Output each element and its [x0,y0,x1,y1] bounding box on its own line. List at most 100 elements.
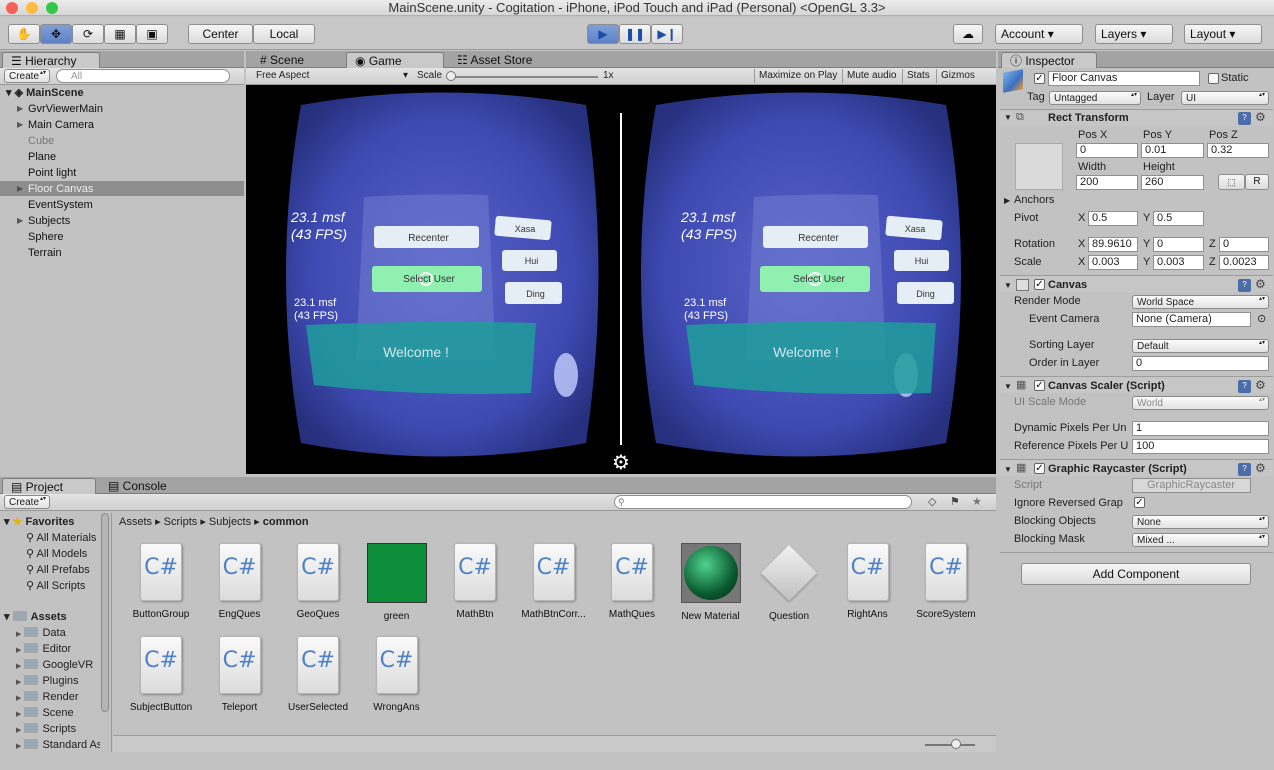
expand-arrow-icon[interactable]: ▶ [17,120,23,129]
favorite-item[interactable]: ⚲ All Materials [26,531,100,545]
pos-x-field[interactable]: 0 [1076,143,1138,158]
object-picker-icon[interactable]: ⊙ [1257,312,1266,326]
add-component-button[interactable]: Add Component [1021,563,1251,585]
scale-tool-button[interactable]: ▦ [104,24,136,44]
asset-item[interactable]: C# UserSelected [278,636,358,714]
blocking-objects-dropdown[interactable]: None [1132,515,1269,529]
filter-by-type-icon[interactable]: ◇ [928,495,936,509]
project-search-input[interactable]: ⚲ [614,495,912,509]
aspect-dropdown[interactable]: Free Aspect ▾ [256,69,408,83]
breadcrumb-scripts[interactable]: Scripts [164,516,198,528]
breadcrumb-common[interactable]: common [263,516,309,528]
filter-by-label-icon[interactable]: ⚑ [950,495,960,509]
anchor-presets-button[interactable] [1015,143,1063,190]
folder-item[interactable]: ▶ Scripts [16,722,100,738]
asset-item[interactable]: C# MathQues [592,543,672,621]
expand-arrow-icon[interactable]: ▶ [17,104,23,113]
hierarchy-create-dropdown[interactable]: Create [4,69,50,83]
scaler-enabled-checkbox[interactable]: ✓ [1034,380,1045,391]
pause-button[interactable]: ❚❚ [619,24,651,44]
cloud-button[interactable]: ☁ [953,24,983,44]
close-window-button[interactable] [6,2,18,14]
rotate-tool-button[interactable]: ⟳ [72,24,104,44]
pivot-center-toggle[interactable]: Center [188,24,253,44]
canvas-enabled-checkbox[interactable]: ✓ [1034,279,1045,290]
reference-pixels-field[interactable]: 100 [1132,439,1269,454]
icon-size-slider-thumb[interactable] [951,739,961,749]
breadcrumb-subjects[interactable]: Subjects [209,516,251,528]
stats-toggle[interactable]: Stats [902,69,934,83]
hierarchy-item[interactable]: Floor Canvas [28,182,93,196]
maximize-on-play-toggle[interactable]: Maximize on Play [754,69,841,83]
tab-console[interactable]: ▤ Console [100,478,175,494]
asset-item[interactable]: C# GeoQues [278,543,358,621]
sorting-layer-dropdown[interactable]: Default [1132,339,1269,353]
asset-item[interactable]: New Material [671,543,751,623]
raw-edit-mode-button[interactable]: R [1245,174,1269,190]
rect-tool-button[interactable]: ▣ [136,24,168,44]
expand-arrow-icon[interactable]: ▶ [17,216,23,225]
hierarchy-item[interactable]: Terrain [28,246,62,260]
pos-y-field[interactable]: 0.01 [1141,143,1204,158]
icon-size-slider[interactable] [925,744,975,746]
scaler-gear-icon[interactable]: ⚙ [1255,378,1266,392]
tab-inspector[interactable]: ⓘ Inspector [1001,52,1097,68]
rect-transform-header[interactable] [1000,109,1273,126]
layers-dropdown[interactable]: Layers ▾ [1095,24,1173,44]
hand-tool-button[interactable]: ✋ [8,24,40,44]
rotation-z-field[interactable]: 0 [1219,237,1269,252]
folder-item[interactable]: ▶ Editor [16,642,100,658]
play-button[interactable]: ▶ [587,24,619,44]
tag-dropdown[interactable]: Untagged [1049,91,1141,105]
width-field[interactable]: 200 [1076,175,1138,190]
foldout-arrow-icon[interactable]: ▼ [1004,111,1012,125]
asset-item[interactable]: green [357,543,437,623]
canvas-foldout-icon[interactable]: ▼ [1004,279,1012,293]
favorite-star-icon[interactable]: ★ [972,495,982,509]
layout-dropdown[interactable]: Layout ▾ [1184,24,1262,44]
static-checkbox[interactable] [1208,73,1219,84]
breadcrumb-assets[interactable]: Assets [119,516,152,528]
scale-x-field[interactable]: 0.003 [1088,255,1138,270]
dynamic-pixels-field[interactable]: 1 [1132,421,1269,436]
rotation-y-field[interactable]: 0 [1153,237,1204,252]
move-tool-button[interactable]: ✥ [40,24,72,44]
scale-y-field[interactable]: 0.003 [1153,255,1204,270]
favorite-item[interactable]: ⚲ All Prefabs [26,563,100,577]
object-name-field[interactable]: Floor Canvas [1048,71,1200,86]
hierarchy-search-input[interactable]: All [56,69,230,83]
assets-header[interactable]: ▾ Assets [4,610,67,624]
scaler-help-icon[interactable]: ? [1238,380,1251,393]
asset-item[interactable]: C# Teleport [200,636,280,714]
hierarchy-item[interactable]: Plane [28,150,56,164]
folder-item[interactable]: ▶ Plugins [16,674,100,690]
component-settings-gear-icon[interactable]: ⚙ [1255,110,1266,124]
hierarchy-item[interactable]: EventSystem [28,198,93,212]
hierarchy-item[interactable]: Sphere [28,230,63,244]
scale-slider[interactable] [448,76,598,78]
folder-item[interactable]: ▶ Standard Assets [16,738,100,754]
asset-item[interactable]: C# MathBtnCorr... [514,543,594,621]
hierarchy-item[interactable]: Point light [28,166,76,180]
raycaster-gear-icon[interactable]: ⚙ [1255,461,1266,475]
space-local-toggle[interactable]: Local [253,24,315,44]
expand-arrow-icon[interactable]: ▶ [17,184,23,193]
account-dropdown[interactable]: Account ▾ [995,24,1083,44]
hierarchy-item[interactable]: Cube [28,134,54,148]
asset-item[interactable]: C# ScoreSystem [906,543,986,621]
anchors-arrow-icon[interactable]: ▶ [1004,194,1010,208]
step-button[interactable]: ▶❙ [651,24,683,44]
game-viewport[interactable]: ⚙ [246,85,996,474]
folder-item[interactable]: ▶ Render [16,690,100,706]
pivot-y-field[interactable]: 0.5 [1153,211,1204,226]
asset-item[interactable]: C# MathBtn [435,543,515,621]
minimize-window-button[interactable] [26,2,38,14]
favorites-header[interactable]: ▾ ★ Favorites [4,515,74,529]
hierarchy-item[interactable]: Subjects [28,214,70,228]
help-icon[interactable]: ? [1238,112,1251,125]
raycaster-foldout-icon[interactable]: ▼ [1004,463,1012,477]
asset-item[interactable]: C# ButtonGroup [121,543,201,621]
asset-item[interactable]: C# RightAns [828,543,908,621]
asset-item[interactable]: C# WrongAns [357,636,437,714]
scene-root[interactable]: ▾ ◈ MainScene [6,86,84,100]
